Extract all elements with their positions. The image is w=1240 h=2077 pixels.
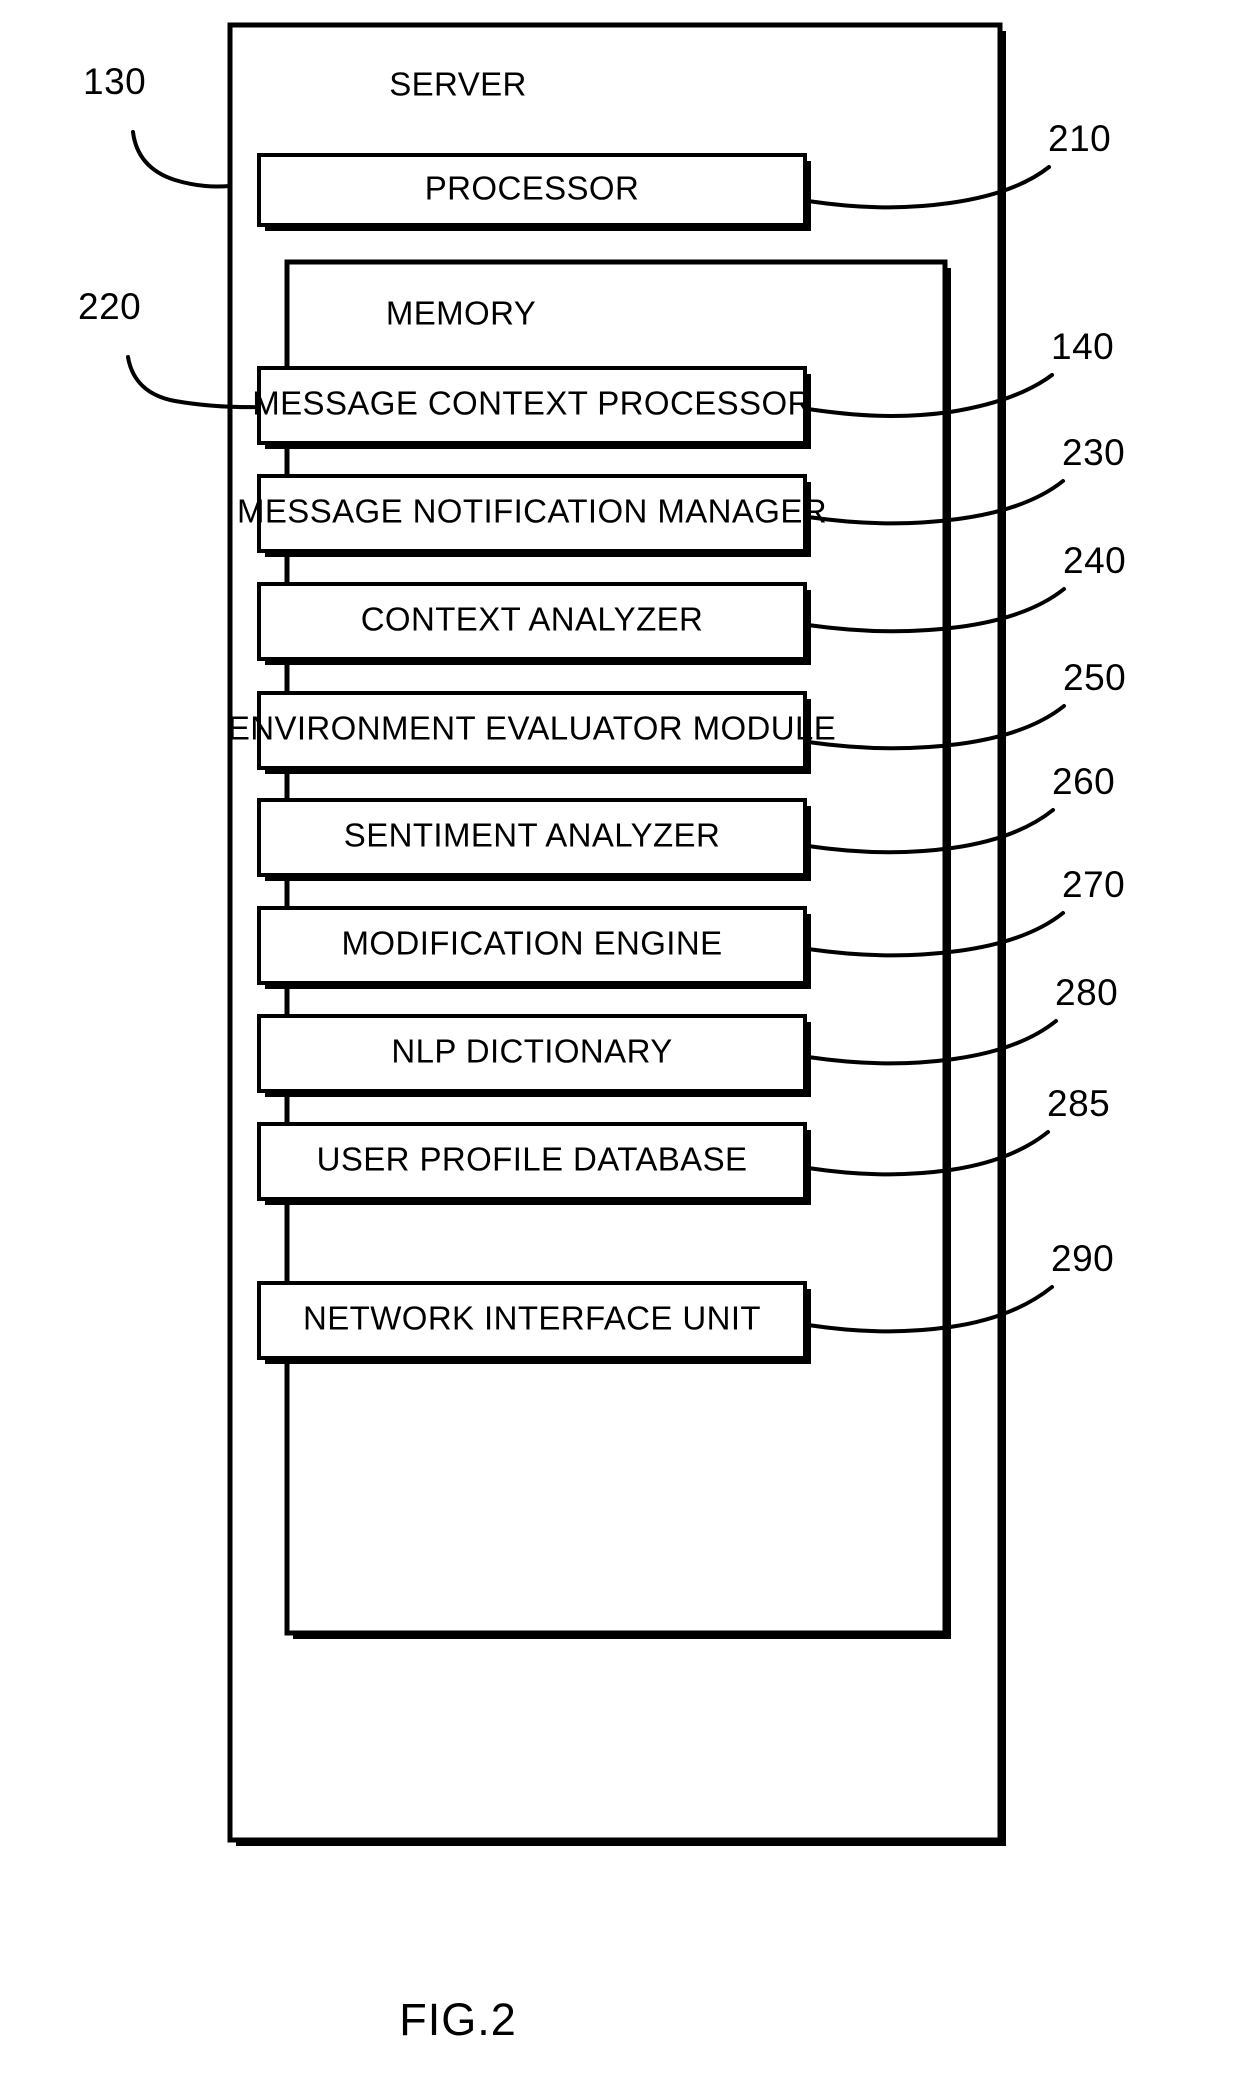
- ref-250-label: 250: [1063, 657, 1126, 698]
- ref-260-label: 260: [1052, 761, 1115, 802]
- ref-230-label: 230: [1062, 432, 1125, 473]
- module-block-sentiment-analyzer: SENTIMENT ANALYZER: [257, 798, 811, 881]
- ref-240-label: 240: [1063, 540, 1126, 581]
- patent-figure-2: SERVER 130 PROCESSOR 210 MEMORY 220 MESS…: [0, 0, 1240, 2077]
- ref-285-label: 285: [1047, 1083, 1110, 1124]
- module-label: USER PROFILE DATABASE: [317, 1141, 748, 1178]
- network-interface-unit-block: NETWORK INTERFACE UNIT: [257, 1281, 811, 1364]
- module-label: SENTIMENT ANALYZER: [344, 817, 720, 854]
- ref-130-group: 130: [83, 61, 232, 189]
- module-block-modification-engine: MODIFICATION ENGINE: [257, 906, 811, 989]
- module-block-user-profile-database: USER PROFILE DATABASE: [257, 1122, 811, 1205]
- ref-130-label: 130: [83, 61, 146, 102]
- module-block-environment-evaluator-module: ENVIRONMENT EVALUATOR MODULE: [228, 691, 836, 774]
- module-block-context-analyzer: CONTEXT ANALYZER: [257, 582, 811, 665]
- ref-280-label: 280: [1055, 972, 1118, 1013]
- module-block-nlp-dictionary: NLP DICTIONARY: [257, 1014, 811, 1097]
- ref-220-label: 220: [78, 286, 141, 327]
- network-interface-unit-label: NETWORK INTERFACE UNIT: [303, 1300, 761, 1337]
- ref-130-leader: [131, 130, 232, 189]
- processor-label: PROCESSOR: [425, 170, 639, 207]
- ref-270-label: 270: [1062, 864, 1125, 905]
- figure-caption: FIG.2: [399, 1994, 517, 2045]
- module-block-message-notification-manager: MESSAGE NOTIFICATION MANAGER: [237, 474, 827, 557]
- module-block-message-context-processor: MESSAGE CONTEXT PROCESSOR: [252, 366, 812, 449]
- ref-140-label: 140: [1051, 326, 1114, 367]
- ref-210-label: 210: [1048, 118, 1111, 159]
- processor-block: PROCESSOR: [257, 153, 811, 231]
- server-title: SERVER: [389, 66, 527, 103]
- ref-290-label: 290: [1051, 1238, 1114, 1279]
- module-label: CONTEXT ANALYZER: [361, 601, 704, 638]
- module-label: NLP DICTIONARY: [391, 1033, 672, 1070]
- module-label: ENVIRONMENT EVALUATOR MODULE: [228, 710, 836, 747]
- memory-title: MEMORY: [386, 295, 536, 332]
- block-diagram-canvas: SERVER 130 PROCESSOR 210 MEMORY 220 MESS…: [78, 22, 1126, 2045]
- module-label: MESSAGE CONTEXT PROCESSOR: [252, 385, 812, 422]
- module-label: MODIFICATION ENGINE: [342, 925, 723, 962]
- module-label: MESSAGE NOTIFICATION MANAGER: [237, 493, 827, 530]
